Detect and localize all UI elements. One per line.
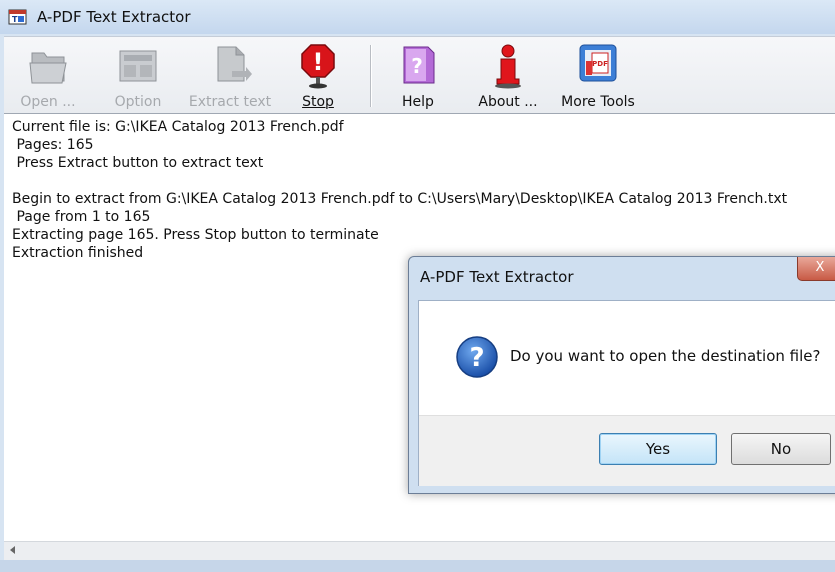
more-tools-button-label: More Tools [561,94,635,110]
more-tools-button[interactable]: PDF More Tools [560,41,636,111]
extract-text-button[interactable]: Extract text [188,41,272,111]
log-line: Press Extract button to extract text [12,155,264,171]
log-line: Extracting page 165. Press Stop button t… [12,227,379,243]
yes-button[interactable]: Yes [599,433,717,465]
extract-document-icon [208,41,252,89]
option-button-label: Option [114,94,162,110]
app-icon: T [8,8,28,26]
more-tools-icon: PDF [576,41,620,89]
log-line: Begin to extract from G:\IKEA Catalog 20… [12,191,788,207]
question-icon: ? [455,335,499,379]
open-button-label: Open ... [20,94,76,110]
title-bar[interactable]: T A-PDF Text Extractor [0,0,835,34]
help-book-icon: ? [396,41,440,89]
horizontal-scrollbar[interactable] [4,541,835,560]
info-icon [486,41,530,89]
open-button[interactable]: Open ... [16,41,80,111]
extract-text-button-label: Extract text [188,94,272,110]
settings-icon [116,41,160,89]
dialog-body: ? Do you want to open the destination fi… [418,300,835,486]
status-bar [0,560,835,572]
about-button[interactable]: About ... [474,41,542,111]
log-line: Page from 1 to 165 [12,209,151,225]
svg-text:PDF: PDF [592,60,608,68]
stop-button[interactable]: ! Stop [292,41,344,111]
no-button[interactable]: No [731,433,831,465]
option-button[interactable]: Option [108,41,168,111]
dialog-button-row: Yes No [419,415,835,486]
confirm-dialog: A-PDF Text Extractor X ? Do you want to … [408,256,835,494]
about-button-label: About ... [478,94,538,110]
svg-text:?: ? [469,343,484,373]
svg-text:T: T [12,15,18,24]
log-line: Current file is: G:\IKEA Catalog 2013 Fr… [12,119,344,135]
window-title: A-PDF Text Extractor [37,8,191,26]
help-button[interactable]: ? Help [396,41,440,111]
stop-button-label: Stop [302,94,334,110]
folder-icon [26,41,70,89]
svg-text:!: ! [313,48,324,76]
dialog-title: A-PDF Text Extractor [420,268,574,286]
scroll-left-arrow-icon[interactable] [10,546,15,554]
toolbar-separator [370,45,371,107]
toolbar: Open ... Option Extract text ! Stop ? He… [4,36,835,114]
log-line: Extraction finished [12,245,144,261]
help-button-label: Help [402,94,434,110]
dialog-message: Do you want to open the destination file… [510,347,821,365]
svg-text:?: ? [411,54,423,78]
log-line: Pages: 165 [12,137,94,153]
stop-sign-icon: ! [296,41,340,89]
dialog-close-button[interactable]: X [797,257,835,281]
